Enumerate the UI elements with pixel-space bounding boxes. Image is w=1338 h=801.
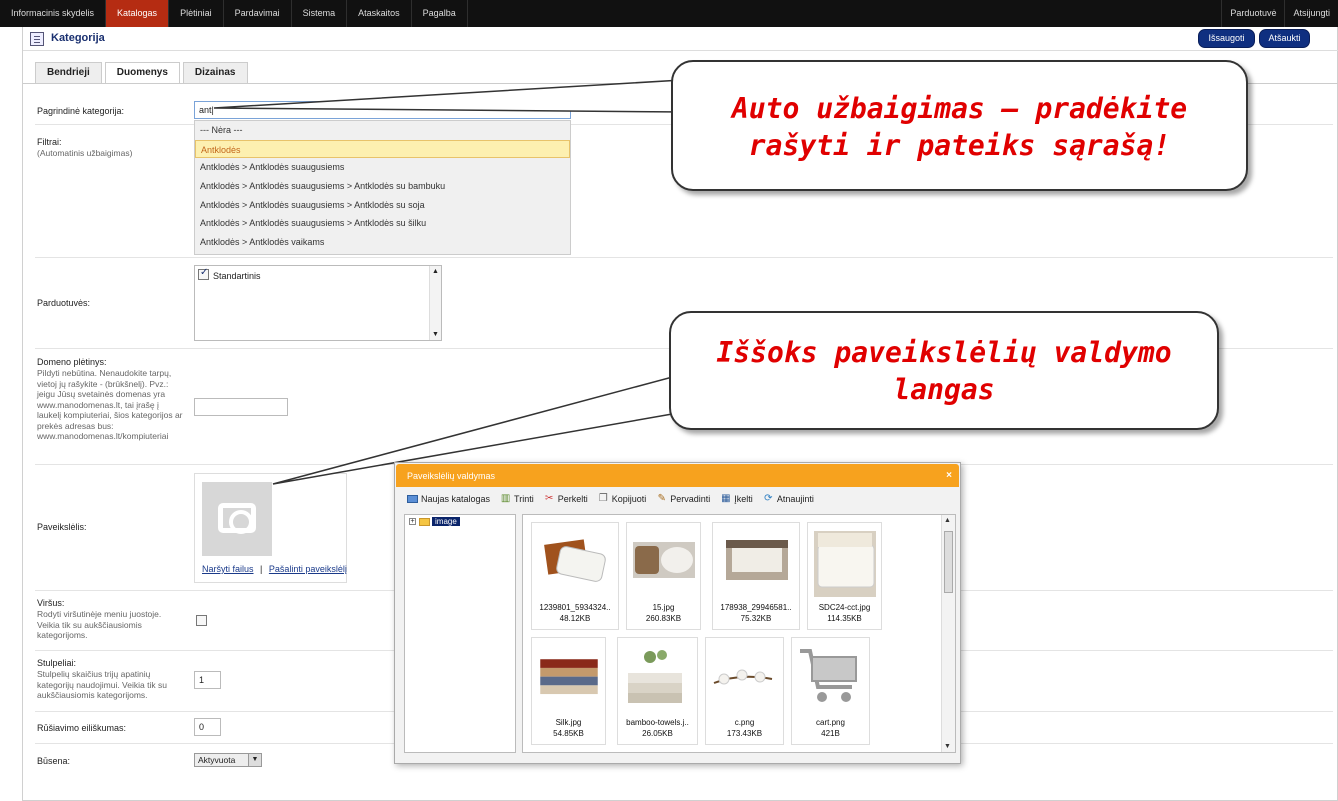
file-item[interactable]: 1239801_5934324.. 48.12KB xyxy=(531,522,619,630)
file-thumbnail xyxy=(544,539,606,582)
file-grid: 1239801_5934324.. 48.12KB 15.jpg 260.83K… xyxy=(522,514,956,753)
dialog-header: Paveikslėlių valdymas × xyxy=(396,464,959,487)
folder-tree: + image xyxy=(404,514,516,753)
file-item[interactable]: cart.png 421B xyxy=(791,637,870,745)
file-name: 178938_29946581.. xyxy=(720,603,792,612)
file-thumbnail xyxy=(814,531,876,597)
file-size: 26.05KB xyxy=(642,729,673,738)
trash-icon: ▥ xyxy=(500,493,511,504)
scroll-down-icon[interactable]: ▼ xyxy=(944,743,951,750)
file-size: 173.43KB xyxy=(726,729,763,738)
file-grid-scrollbar[interactable]: ▲ ▼ xyxy=(941,515,955,752)
file-thumbnail xyxy=(713,669,773,685)
autocomplete-callout: Auto užbaigimas – pradėkite rašyti ir pa… xyxy=(671,60,1248,191)
file-item[interactable]: c.png 173.43KB xyxy=(705,637,784,745)
file-thumbnail xyxy=(540,659,598,695)
file-name: c.png xyxy=(734,718,755,727)
file-name: 15.jpg xyxy=(652,603,675,612)
rename-label: Pervadinti xyxy=(670,494,711,504)
file-name: bamboo-towels.j.. xyxy=(626,718,689,727)
file-thumbnail xyxy=(726,540,788,580)
pencil-icon: ✎ xyxy=(657,493,666,504)
move-button[interactable]: ✂ Perkelti xyxy=(544,493,588,505)
file-size: 260.83KB xyxy=(645,614,682,623)
image-manager-callout: Iššoks paveikslėlių valdymo langas xyxy=(669,311,1219,430)
autocomplete-callout-pointer xyxy=(213,79,687,113)
delete-label: Trinti xyxy=(514,494,534,504)
new-folder-icon xyxy=(407,495,418,503)
file-item[interactable]: 178938_29946581.. 75.32KB xyxy=(712,522,800,630)
move-label: Perkelti xyxy=(557,494,588,504)
file-size: 54.85KB xyxy=(553,729,584,738)
scrollbar-thumb[interactable] xyxy=(944,531,953,593)
refresh-icon: ⟳ xyxy=(764,493,773,504)
close-icon[interactable]: × xyxy=(946,470,952,481)
image-manager-dialog: Paveikslėlių valdymas × Naujas katalogas… xyxy=(394,462,961,764)
file-name: cart.png xyxy=(816,718,845,727)
file-name: 1239801_5934324.. xyxy=(539,603,611,612)
file-size: 75.32KB xyxy=(740,614,772,623)
refresh-label: Atnaujinti xyxy=(776,494,814,504)
file-size: 114.35KB xyxy=(827,614,862,623)
scroll-up-icon[interactable]: ▲ xyxy=(944,517,951,524)
file-item[interactable]: 15.jpg 260.83KB xyxy=(626,522,701,630)
file-size: 421B xyxy=(821,729,840,738)
file-toolbar: Naujas katalogas ▥ Trinti ✂ Perkelti ❐ K… xyxy=(407,494,824,504)
scissors-icon: ✂ xyxy=(545,493,554,504)
file-item[interactable]: bamboo-towels.j.. 26.05KB xyxy=(617,637,698,745)
tree-node-image[interactable]: + image xyxy=(409,517,460,526)
tree-node-label: image xyxy=(432,517,460,526)
upload-button[interactable]: ▦ Įkelti xyxy=(720,493,753,505)
file-name: Silk.jpg xyxy=(555,718,582,727)
expand-icon[interactable]: + xyxy=(409,518,416,525)
upload-icon: ▦ xyxy=(721,493,731,504)
file-thumbnail xyxy=(633,542,695,578)
file-thumbnail xyxy=(628,650,682,703)
upload-label: Įkelti xyxy=(734,494,753,504)
new-folder-button[interactable]: Naujas katalogas xyxy=(407,494,490,504)
file-name: SDC24-cct.jpg xyxy=(818,603,871,612)
file-item[interactable]: Silk.jpg 54.85KB xyxy=(531,637,606,745)
rename-button[interactable]: ✎ Pervadinti xyxy=(656,493,711,505)
copy-label: Kopijuoti xyxy=(611,494,647,504)
copy-icon: ❐ xyxy=(598,493,608,504)
file-item[interactable]: SDC24-cct.jpg 114.35KB xyxy=(807,522,882,630)
folder-icon xyxy=(419,517,430,526)
copy-button[interactable]: ❐ Kopijuoti xyxy=(598,493,647,505)
file-size: 48.12KB xyxy=(559,614,591,623)
cart-icon xyxy=(800,649,857,702)
refresh-button[interactable]: ⟳ Atnaujinti xyxy=(763,493,814,505)
delete-button[interactable]: ▥ Trinti xyxy=(500,493,534,505)
dialog-title: Paveikslėlių valdymas xyxy=(407,471,496,481)
new-folder-label: Naujas katalogas xyxy=(421,494,491,504)
